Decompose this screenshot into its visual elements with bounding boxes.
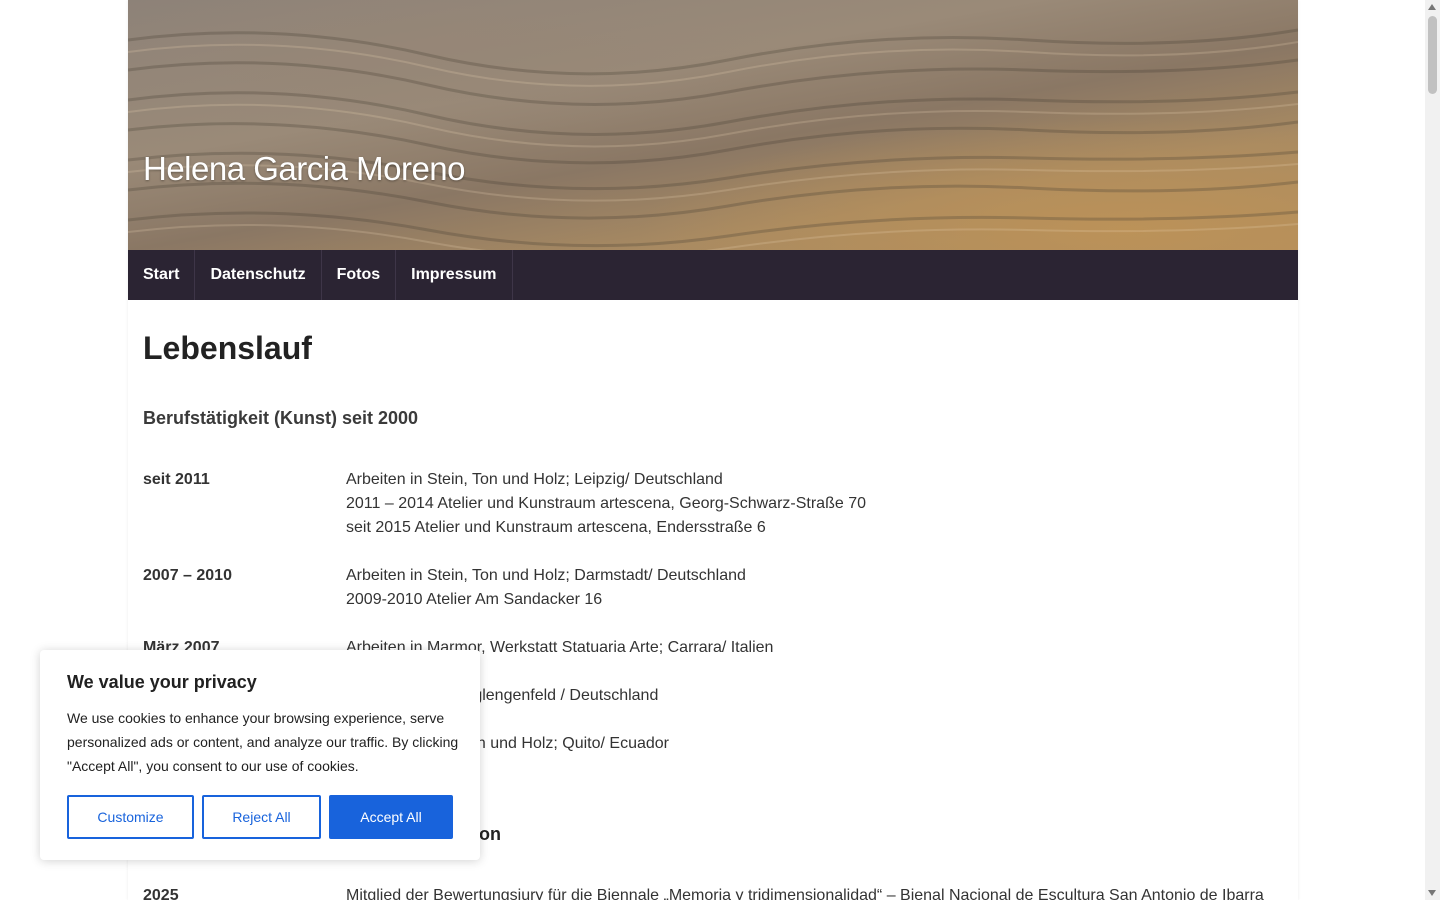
cv-line: Mitglied der Bewertungsjury für die Bien… <box>346 887 1264 900</box>
nav-item-impressum[interactable]: Impressum <box>396 250 513 300</box>
cv-line: on und Holz; Quito/ Ecuador <box>468 735 670 752</box>
header-banner-image: Helena Garcia Moreno <box>128 0 1298 250</box>
scroll-down-arrow-icon[interactable] <box>1428 890 1436 896</box>
sand-ripples-decoration <box>128 28 1298 250</box>
page-title: Lebenslauf <box>143 330 312 366</box>
cv-description: rglengenfeld / Deutschland <box>468 684 658 708</box>
cookie-title: We value your privacy <box>67 672 257 692</box>
reject-all-button[interactable]: Reject All <box>202 795 321 839</box>
cookie-consent-banner: We value your privacy We use cookies to … <box>40 650 480 860</box>
cv-description: Arbeiten in Stein, Ton und Holz; Darmsta… <box>346 564 746 612</box>
cv-line: Arbeiten in Stein, Ton und Holz; Leipzig… <box>346 471 723 488</box>
page-scrollbar[interactable] <box>1425 0 1440 900</box>
cv-line: seit 2015 Atelier und Kunstraum artescen… <box>346 519 766 536</box>
nav-item-datenschutz[interactable]: Datenschutz <box>195 250 322 300</box>
cv-line: 2011 – 2014 Atelier und Kunstraum artesc… <box>346 495 866 512</box>
main-navigation: Start Datenschutz Fotos Impressum <box>128 250 1298 300</box>
cookie-description: We use cookies to enhance your browsing … <box>67 710 459 774</box>
cv-line: rglengenfeld / Deutschland <box>468 687 659 704</box>
cv-year: 2007 – 2010 <box>143 567 232 584</box>
nav-item-fotos[interactable]: Fotos <box>322 250 397 300</box>
scrollbar-thumb[interactable] <box>1428 16 1437 94</box>
cv-description: Arbeiten in Stein, Ton und Holz; Leipzig… <box>346 468 866 540</box>
site-title[interactable]: Helena Garcia Moreno <box>143 150 466 188</box>
cv-line: 2009-2010 Atelier Am Sandacker 16 <box>346 591 603 608</box>
cv-description: on und Holz; Quito/ Ecuador <box>468 732 669 756</box>
cv-year: seit 2011 <box>143 471 210 488</box>
section-heading-berufstaetigkeit: Berufstätigkeit (Kunst) seit 2000 <box>143 408 419 428</box>
cv-line: Arbeiten in Stein, Ton und Holz; Darmsta… <box>346 567 746 584</box>
nav-item-start[interactable]: Start <box>128 250 196 300</box>
scroll-up-arrow-icon[interactable] <box>1428 4 1436 10</box>
cv-year: 2025 <box>143 887 179 900</box>
cv-description: Mitglied der Bewertungsjury für die Bien… <box>346 884 1264 900</box>
customize-button[interactable]: Customize <box>67 795 194 839</box>
accept-all-button[interactable]: Accept All <box>329 795 453 839</box>
